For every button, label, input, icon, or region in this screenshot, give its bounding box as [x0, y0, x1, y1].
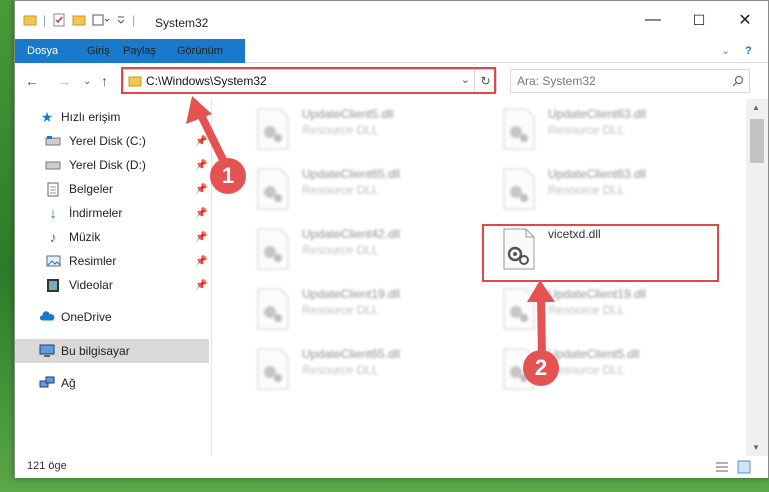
arrow-2	[527, 280, 555, 362]
step-badge-1: 1	[210, 158, 246, 194]
arrow-1	[186, 96, 231, 172]
annotation-arrows	[186, 96, 555, 362]
step-badge-2: 2	[523, 350, 559, 386]
